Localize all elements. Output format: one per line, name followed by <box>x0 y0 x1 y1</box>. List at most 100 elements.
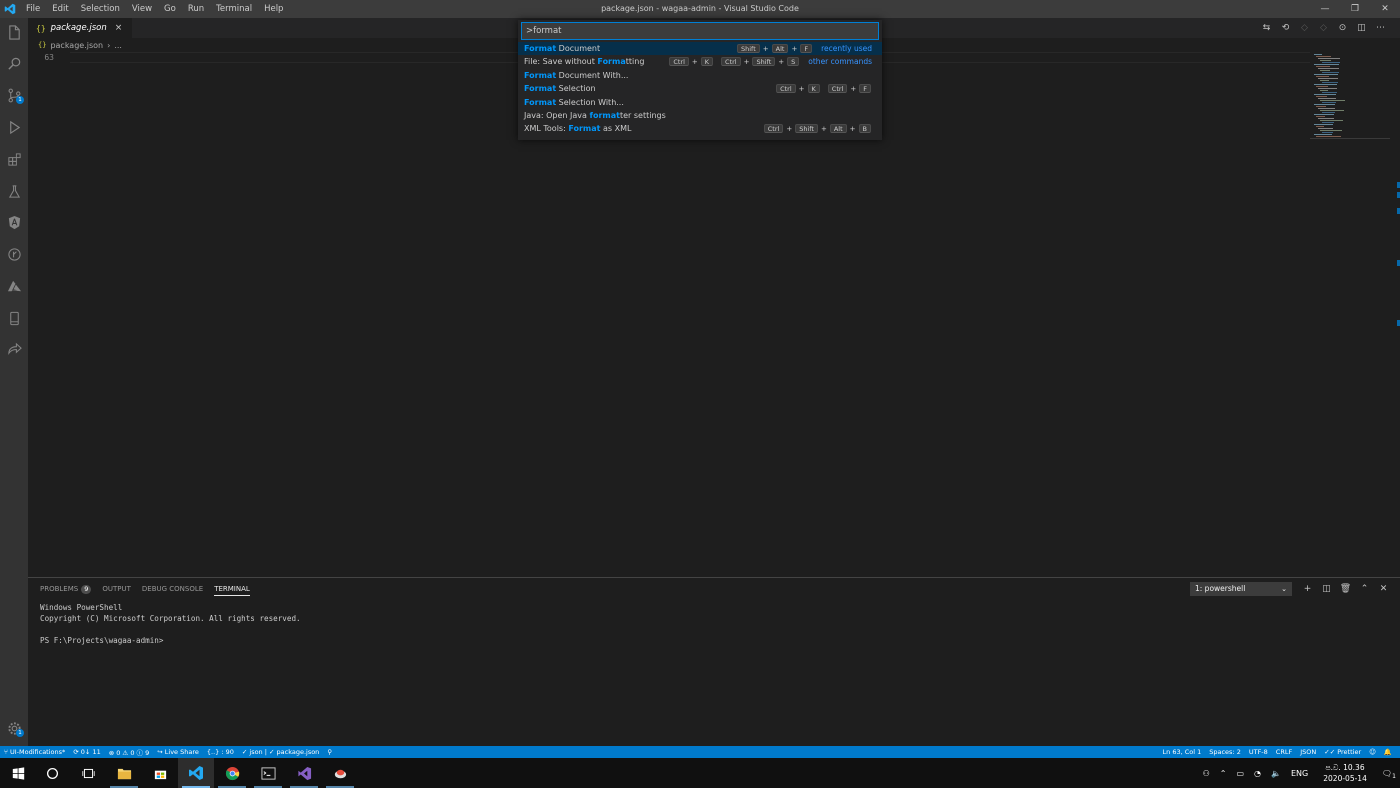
live-share-icon[interactable] <box>0 335 28 363</box>
vscode-logo-icon <box>0 0 20 18</box>
status-spaces[interactable]: Spaces: 2 <box>1205 748 1245 756</box>
terminal-select[interactable]: 1: powershell ⌄ <box>1190 582 1292 596</box>
key-plus: + <box>820 124 827 133</box>
battery-icon[interactable]: ▭ <box>1236 769 1244 778</box>
menu-selection[interactable]: Selection <box>75 0 126 18</box>
store-icon[interactable] <box>142 758 178 788</box>
app-taskbar-icon[interactable] <box>322 758 358 788</box>
split-editor-icon[interactable]: ◫ <box>1352 23 1371 33</box>
vscode-taskbar-icon[interactable] <box>178 758 214 788</box>
command-keybinding: Ctrl + K Ctrl + Shift + Sother commands <box>668 55 872 68</box>
cortana-search-icon[interactable] <box>34 758 70 788</box>
extensions-icon[interactable] <box>0 145 28 173</box>
more-actions-icon[interactable]: ⋯ <box>1371 23 1390 33</box>
explorer-icon[interactable] <box>0 18 28 46</box>
restore-icon[interactable]: ❐ <box>1340 0 1370 18</box>
status-live-share[interactable]: ↪ Live Share <box>153 748 203 756</box>
feedback-icon[interactable]: ☺ <box>1365 748 1380 756</box>
menu-help[interactable]: Help <box>258 0 289 18</box>
file-explorer-icon[interactable] <box>106 758 142 788</box>
command-item[interactable]: Format Selection Ctrl + K Ctrl + F <box>518 82 882 95</box>
terminal-app-icon[interactable] <box>250 758 286 788</box>
scrollbar-markers[interactable] <box>1396 52 1400 576</box>
close-panel-icon[interactable]: ✕ <box>1374 582 1393 596</box>
tab-terminal[interactable]: TERMINAL <box>214 582 250 596</box>
key-plus: + <box>849 124 856 133</box>
close-window-icon[interactable]: ✕ <box>1370 0 1400 18</box>
source-control-icon[interactable]: 1 <box>0 81 28 109</box>
manage-gear-icon[interactable]: 1 <box>0 714 28 742</box>
minimap[interactable] <box>1310 52 1390 144</box>
device-icon[interactable] <box>0 304 28 332</box>
compare-changes-icon[interactable]: ⇆ <box>1257 23 1276 33</box>
terminal-output[interactable]: Windows PowerShell Copyright (C) Microsof… <box>40 602 301 646</box>
status-eol[interactable]: CRLF <box>1272 748 1296 756</box>
testing-flask-icon[interactable] <box>0 177 28 205</box>
tab-package-json[interactable]: {} package.json × <box>28 18 132 38</box>
command-item[interactable]: Format Document Shift + Alt + Frecently used <box>518 42 882 55</box>
keybinding-key: Ctrl <box>669 57 689 67</box>
go-back-icon[interactable]: ⟲ <box>1276 23 1295 33</box>
menu-terminal[interactable]: Terminal <box>210 0 258 18</box>
command-item[interactable]: Format Document With... <box>518 69 882 82</box>
status-branch[interactable]: ⑂ UI-Modifications* <box>0 748 69 756</box>
command-item[interactable]: Java: Open Java formatter settings <box>518 109 882 122</box>
previous-change-icon[interactable]: ◇ <box>1295 23 1314 33</box>
branch-label: UI-Modifications* <box>9 748 66 756</box>
minimap-line <box>1320 60 1331 61</box>
timeline-icon[interactable] <box>0 240 28 268</box>
command-item[interactable]: XML Tools: Format as XML Ctrl + Shift + Alt + B <box>518 122 882 135</box>
menu-file[interactable]: File <box>20 0 46 18</box>
new-terminal-icon[interactable]: + <box>1298 582 1317 596</box>
network-icon[interactable]: ◔ <box>1254 769 1261 778</box>
menu-run[interactable]: Run <box>182 0 210 18</box>
status-pin[interactable]: ⚲ <box>323 748 336 756</box>
command-palette-input[interactable] <box>522 23 878 39</box>
split-terminal-icon[interactable]: ◫ <box>1317 582 1336 596</box>
command-item[interactable]: File: Save without Formatting Ctrl + K Ctrl +… <box>518 55 882 68</box>
azure-icon[interactable] <box>0 272 28 300</box>
maximize-panel-icon[interactable]: ⌃ <box>1355 582 1374 596</box>
notifications-bell-icon[interactable]: 🔔 <box>1380 748 1396 756</box>
search-icon[interactable] <box>0 49 28 77</box>
run-debug-icon[interactable] <box>0 113 28 141</box>
status-language[interactable]: JSON <box>1296 748 1320 756</box>
windows-start-icon[interactable] <box>0 758 36 788</box>
keybinding-key: Alt <box>771 44 789 53</box>
open-preview-icon[interactable]: ⊙ <box>1333 23 1352 33</box>
visual-studio-icon[interactable] <box>286 758 322 788</box>
minimap-line <box>1314 114 1334 115</box>
tab-output[interactable]: OUTPUT <box>102 582 131 596</box>
kill-terminal-icon[interactable]: 🗑 <box>1336 582 1355 596</box>
tab-debug-console[interactable]: DEBUG CONSOLE <box>142 582 203 596</box>
action-center-icon[interactable]: 🗨 1 <box>1382 769 1396 780</box>
input-language[interactable]: ENG <box>1291 769 1308 778</box>
keybinding-key: S <box>787 57 800 67</box>
show-hidden-icons-icon[interactable]: ⌃ <box>1220 769 1227 778</box>
breadcrumb-file[interactable]: package.json <box>50 41 103 50</box>
volume-icon[interactable]: 🔈 <box>1271 769 1281 778</box>
people-icon[interactable]: ⚇ <box>1203 769 1210 778</box>
tab-problems[interactable]: PROBLEMS 9 <box>40 582 92 596</box>
clock[interactable]: ප.ව. 10.36 2020-05-14 <box>1323 762 1367 784</box>
menu-edit[interactable]: Edit <box>46 0 74 18</box>
task-view-icon[interactable] <box>70 758 106 788</box>
next-change-icon[interactable]: ◇ <box>1314 23 1333 33</box>
menu-view[interactable]: View <box>126 0 158 18</box>
status-selection[interactable]: {..} : 90 <box>203 748 238 756</box>
menu-go[interactable]: Go <box>158 0 182 18</box>
status-problems[interactable]: ⊗ 0 ⚠ 0 ⓘ 9 <box>105 747 154 757</box>
breadcrumb-more[interactable]: ... <box>114 41 122 50</box>
status-sync[interactable]: ⟳ 0↓ 11 <box>69 748 104 756</box>
command-label: Format Document <box>524 44 601 53</box>
angular-icon[interactable] <box>0 208 28 236</box>
command-item[interactable]: Format Selection With... <box>518 96 882 109</box>
status-encoding[interactable]: UTF-8 <box>1245 748 1272 756</box>
status-position[interactable]: Ln 63, Col 1 <box>1159 748 1206 756</box>
chrome-icon[interactable] <box>214 758 250 788</box>
minimize-icon[interactable]: — <box>1310 0 1340 18</box>
minimap-viewport[interactable] <box>1310 138 1390 144</box>
status-formatter[interactable]: ✓✓ Prettier <box>1320 748 1365 756</box>
tab-close-icon[interactable]: × <box>115 23 123 33</box>
status-json-check[interactable]: ✓ json | ✓ package.json <box>238 748 323 756</box>
